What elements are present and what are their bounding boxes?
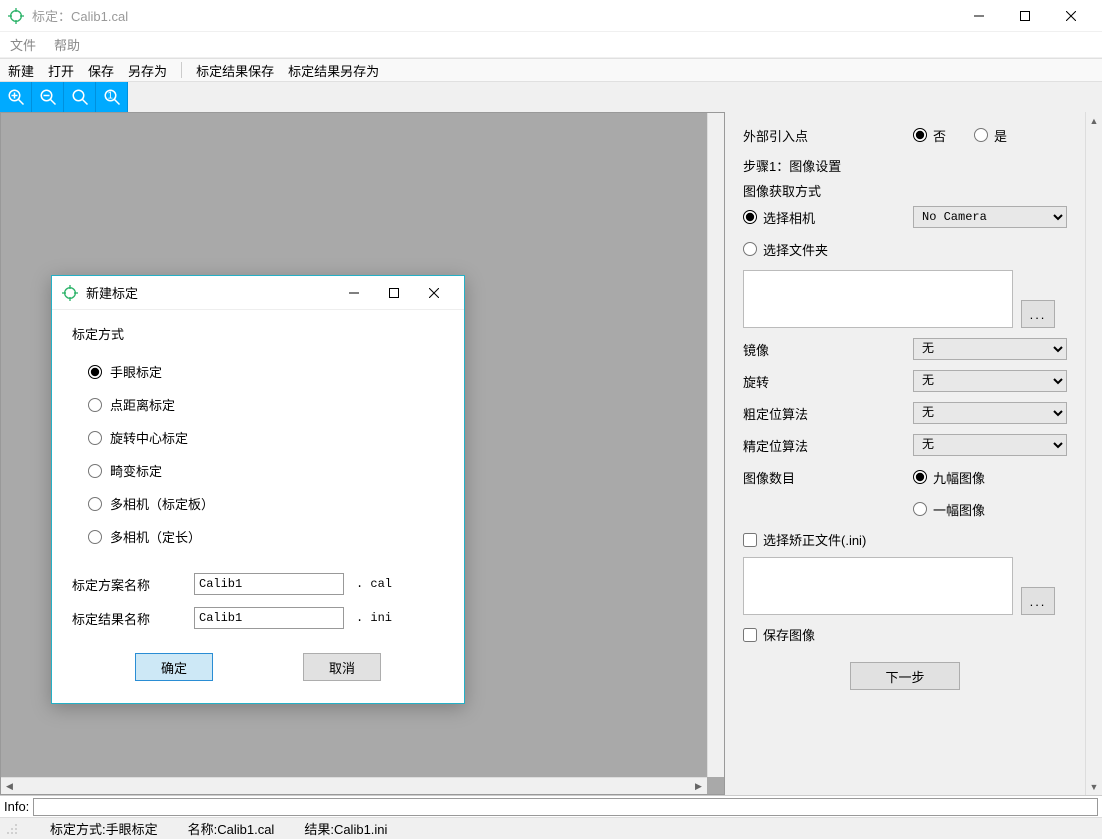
tb-result-saveas[interactable]: 标定结果另存为	[288, 61, 379, 80]
grip-icon	[6, 823, 18, 835]
right-panel: 外部引入点 否 是 步骤1：图像设置 图像获取方式 选择相机 No Camera…	[725, 112, 1085, 795]
select-folder-radio[interactable]: 选择文件夹	[743, 240, 828, 259]
nine-images-radio[interactable]: 九幅图像	[913, 468, 985, 487]
scroll-up-icon[interactable]: ▲	[1086, 112, 1102, 129]
title-bar: 标定：Calib1.cal	[0, 0, 1102, 32]
select-camera-radio[interactable]: 选择相机	[743, 208, 913, 227]
ok-button[interactable]: 确定	[135, 653, 213, 681]
cancel-button[interactable]: 取消	[303, 653, 381, 681]
status-bar: 标定方式:手眼标定 名称:Calib1.cal 结果:Calib1.ini	[0, 817, 1102, 839]
scheme-name-label: 标定方案名称	[72, 575, 182, 594]
zoom-actual-icon[interactable]: 1	[96, 82, 128, 112]
ext-point-no[interactable]: 否	[913, 126, 946, 145]
opt-hand-eye[interactable]: 手眼标定	[72, 355, 444, 388]
tb-save[interactable]: 保存	[88, 61, 114, 80]
zoom-in-icon[interactable]	[0, 82, 32, 112]
opt-multicam-board[interactable]: 多相机（标定板）	[72, 487, 444, 520]
result-ext-label: . ini	[356, 611, 392, 625]
step1-label: 步骤1：图像设置	[743, 156, 1067, 175]
save-image-checkbox[interactable]: 保存图像	[743, 625, 1067, 644]
info-input[interactable]	[33, 798, 1098, 816]
ext-point-yes[interactable]: 是	[974, 126, 1007, 145]
scheme-name-input[interactable]	[194, 573, 344, 595]
toolbar-separator	[181, 62, 182, 78]
opt-distortion[interactable]: 畸变标定	[72, 454, 444, 487]
acq-method-label: 图像获取方式	[743, 181, 1067, 200]
toolbar: 新建 打开 保存 另存为 标定结果保存 标定结果另存为	[0, 58, 1102, 82]
close-button[interactable]	[1048, 0, 1094, 32]
fine-label: 精定位算法	[743, 436, 913, 455]
result-name-input[interactable]	[194, 607, 344, 629]
ext-point-label: 外部引入点	[743, 126, 913, 145]
browse-ini-button[interactable]: ...	[1021, 587, 1055, 615]
dialog-title: 新建标定	[86, 283, 138, 302]
tb-open[interactable]: 打开	[48, 61, 74, 80]
canvas-vertical-scrollbar[interactable]	[707, 113, 724, 777]
rotate-select[interactable]: 无	[913, 370, 1067, 392]
one-image-radio[interactable]: 一幅图像	[913, 500, 985, 519]
status-method: 标定方式:手眼标定	[50, 819, 158, 838]
coarse-select[interactable]: 无	[913, 402, 1067, 424]
svg-text:1: 1	[107, 91, 112, 102]
browse-folder-button[interactable]: ...	[1021, 300, 1055, 328]
zoom-fit-icon[interactable]	[64, 82, 96, 112]
minimize-button[interactable]	[956, 0, 1002, 32]
tb-new[interactable]: 新建	[8, 61, 34, 80]
select-ini-checkbox[interactable]: 选择矫正文件(.ini)	[743, 530, 1067, 549]
info-bar: Info:	[0, 795, 1102, 817]
new-calibration-dialog: 新建标定 标定方式 手眼标定 点距离标定 旋转中心标定 畸变标定 多相机（标定板…	[51, 275, 465, 704]
status-name: 名称:Calib1.cal	[188, 819, 275, 838]
image-canvas[interactable]: ◀ ▶ 新建标定 标定方式 手眼标定 点距离标定	[0, 112, 725, 795]
panel-vertical-scrollbar[interactable]: ▲ ▼	[1085, 112, 1102, 795]
menu-help[interactable]: 帮助	[54, 35, 80, 54]
menu-bar: 文件 帮助	[0, 32, 1102, 58]
zoom-toolbar: 1	[0, 82, 1102, 112]
dialog-icon	[62, 285, 78, 301]
mirror-label: 镜像	[743, 340, 913, 359]
rotate-label: 旋转	[743, 372, 913, 391]
scheme-ext-label: . cal	[356, 577, 392, 591]
tb-saveas[interactable]: 另存为	[128, 61, 167, 80]
opt-rotation-center[interactable]: 旋转中心标定	[72, 421, 444, 454]
coarse-label: 粗定位算法	[743, 404, 913, 423]
menu-file[interactable]: 文件	[10, 35, 36, 54]
fine-select[interactable]: 无	[913, 434, 1067, 456]
maximize-button[interactable]	[1002, 0, 1048, 32]
opt-multicam-fixed[interactable]: 多相机（定长）	[72, 520, 444, 553]
dialog-maximize-button[interactable]	[374, 278, 414, 308]
img-count-label: 图像数目	[743, 468, 913, 487]
window-title: 标定：Calib1.cal	[32, 6, 128, 25]
info-label: Info:	[4, 799, 29, 814]
opt-point-distance[interactable]: 点距离标定	[72, 388, 444, 421]
canvas-horizontal-scrollbar[interactable]: ◀ ▶	[1, 777, 707, 794]
app-icon	[8, 8, 24, 24]
scroll-right-icon[interactable]: ▶	[690, 778, 707, 794]
result-name-label: 标定结果名称	[72, 609, 182, 628]
ini-path-textarea[interactable]	[743, 557, 1013, 615]
next-step-button[interactable]: 下一步	[850, 662, 960, 690]
folder-path-textarea[interactable]	[743, 270, 1013, 328]
mirror-select[interactable]: 无	[913, 338, 1067, 360]
tb-result-save[interactable]: 标定结果保存	[196, 61, 274, 80]
scroll-left-icon[interactable]: ◀	[1, 778, 18, 794]
dialog-close-button[interactable]	[414, 278, 454, 308]
zoom-out-icon[interactable]	[32, 82, 64, 112]
calib-method-label: 标定方式	[72, 324, 444, 343]
status-result: 结果:Calib1.ini	[304, 819, 387, 838]
scroll-down-icon[interactable]: ▼	[1086, 778, 1102, 795]
camera-select[interactable]: No Camera	[913, 206, 1067, 228]
dialog-minimize-button[interactable]	[334, 278, 374, 308]
